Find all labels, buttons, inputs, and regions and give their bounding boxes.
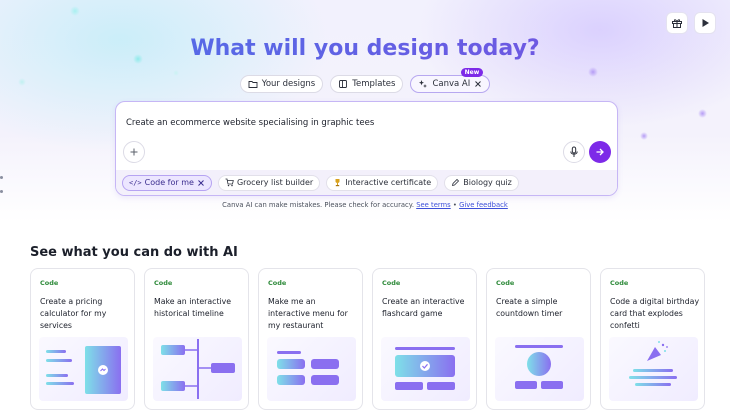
- timer-illustration: [515, 345, 563, 389]
- gift-button[interactable]: [666, 12, 688, 34]
- new-badge: New: [460, 68, 484, 77]
- chip-code-for-me[interactable]: </> Code for me: [122, 174, 212, 191]
- arrow-right-icon: [596, 148, 604, 156]
- card-text: Create a pricing calculator for my servi…: [40, 297, 107, 330]
- design-tabs: Your designs Templates New Canva AI: [0, 68, 730, 93]
- card-text: Make me an interactive menu for my resta…: [268, 297, 348, 330]
- side-dot: [0, 190, 3, 193]
- microphone-icon: [570, 146, 578, 157]
- chip-biology-quiz[interactable]: Biology quiz: [444, 174, 519, 191]
- chip-label: Code for me: [144, 178, 194, 187]
- sparkle-decoration: [698, 109, 707, 118]
- calculator-illustration: [46, 346, 121, 394]
- ai-example-cards: Code Create a pricing calculator for my …: [30, 268, 705, 410]
- example-card-birthday-card[interactable]: Code Code a digital birthday card that e…: [600, 268, 705, 410]
- give-feedback-link[interactable]: Give feedback: [459, 201, 508, 209]
- sparkle-decoration: [70, 6, 80, 16]
- tab-label: Your designs: [261, 79, 316, 89]
- sparkle-icon: [419, 80, 428, 88]
- example-card-pricing-calculator[interactable]: Code Create a pricing calculator for my …: [30, 268, 135, 410]
- menu-illustration: [277, 351, 339, 385]
- chip-grocery-list-builder[interactable]: Grocery list builder: [217, 174, 321, 191]
- microphone-button[interactable]: [563, 141, 585, 163]
- side-dot: [0, 176, 3, 179]
- card-illustration: [267, 337, 356, 401]
- template-icon: [339, 80, 348, 88]
- confetti-illustration: [629, 341, 677, 386]
- prompt-input[interactable]: Create an ecommerce website specialising…: [126, 118, 374, 128]
- tab-canva-ai[interactable]: New Canva AI: [410, 68, 491, 93]
- see-terms-link[interactable]: See terms: [416, 201, 451, 209]
- example-card-flashcard-game[interactable]: Code Create an interactive flashcard gam…: [372, 268, 477, 410]
- page-title: What will you design today?: [0, 36, 730, 61]
- close-icon[interactable]: [197, 179, 205, 187]
- plus-icon: [130, 148, 138, 156]
- tab-your-designs[interactable]: Your designs: [239, 75, 324, 93]
- chip-label: Grocery list builder: [236, 178, 314, 187]
- suggestion-bar: </> Code for me Grocery list builder Int…: [116, 170, 617, 195]
- add-attachment-button[interactable]: [123, 141, 145, 163]
- chip-label: Interactive certificate: [345, 178, 432, 187]
- close-icon[interactable]: [474, 80, 482, 88]
- trophy-icon: [335, 179, 340, 187]
- disclaimer-text: Canva AI can make mistakes. Please check…: [222, 201, 415, 209]
- chip-label: Biology quiz: [463, 178, 512, 187]
- tab-label: Canva AI: [432, 79, 471, 89]
- card-text: Create an interactive flashcard game: [382, 297, 465, 318]
- example-card-historical-timeline[interactable]: Code Make an interactive historical time…: [144, 268, 249, 410]
- card-illustration: [495, 337, 584, 401]
- card-tag: Code: [268, 279, 287, 287]
- disclaimer-separator: •: [452, 201, 457, 209]
- pencil-icon: [452, 178, 460, 187]
- card-tag: Code: [40, 279, 59, 287]
- top-actions: [666, 12, 716, 34]
- gift-icon: [672, 19, 682, 28]
- card-tag: Code: [610, 279, 629, 287]
- code-icon: </>: [129, 178, 142, 187]
- ai-disclaimer: Canva AI can make mistakes. Please check…: [0, 201, 730, 209]
- chip-interactive-certificate[interactable]: Interactive certificate: [326, 174, 439, 191]
- card-tag: Code: [496, 279, 515, 287]
- send-button[interactable]: [589, 141, 611, 163]
- cart-icon: [225, 178, 234, 187]
- play-button[interactable]: [694, 12, 716, 34]
- play-icon: [702, 19, 709, 27]
- card-illustration: [153, 337, 242, 401]
- folder-icon: [248, 81, 258, 88]
- card-tag: Code: [382, 279, 401, 287]
- sparkle-decoration: [640, 132, 648, 140]
- card-illustration: [609, 337, 698, 401]
- flashcard-illustration: [395, 347, 455, 390]
- tab-label: Templates: [352, 79, 396, 89]
- section-title: See what you can do with AI: [30, 245, 238, 260]
- example-card-countdown-timer[interactable]: Code Create a simple countdown timer: [486, 268, 591, 410]
- card-text: Create a simple countdown timer: [496, 297, 563, 318]
- card-tag: Code: [154, 279, 173, 287]
- card-illustration: [381, 337, 470, 401]
- prompt-box: Create an ecommerce website specialising…: [115, 101, 618, 196]
- timeline-illustration: [161, 339, 235, 399]
- tab-templates[interactable]: Templates: [330, 75, 404, 93]
- card-illustration: [39, 337, 128, 401]
- example-card-restaurant-menu[interactable]: Code Make me an interactive menu for my …: [258, 268, 363, 410]
- card-text: Code a digital birthday card that explod…: [610, 297, 700, 330]
- card-text: Make an interactive historical timeline: [154, 297, 232, 318]
